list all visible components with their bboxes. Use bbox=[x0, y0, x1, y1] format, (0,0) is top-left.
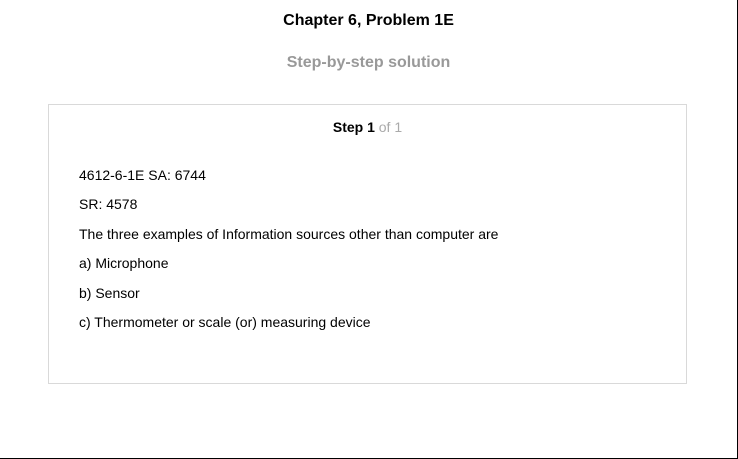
step-content: 4612-6-1E SA: 6744 SR: 4578 The three ex… bbox=[79, 167, 498, 343]
step-line-source-ids: 4612-6-1E SA: 6744 bbox=[79, 167, 206, 183]
step-label: Step 1 bbox=[332, 119, 375, 135]
step-line-thermometer: c) Thermometer or scale (or) measuring d… bbox=[79, 313, 371, 330]
step-header: Step 1 of 1 bbox=[49, 119, 686, 135]
step-line-sr: SR: 4578 bbox=[79, 196, 138, 213]
chapter-title: Chapter 6, Problem 1E bbox=[283, 12, 454, 29]
step-line-microphone: a) Microphone bbox=[79, 255, 169, 272]
step-count: of 1 bbox=[374, 119, 403, 135]
step-card: Step 1 of 1 4612-6-1E SA: 6744 SR: 4578 … bbox=[48, 104, 687, 384]
solution-subtitle: Step-by-step solution bbox=[286, 54, 451, 71]
step-line-sensor: b) Sensor bbox=[79, 284, 140, 301]
step-line-intro: The three examples of Information source… bbox=[79, 225, 499, 242]
